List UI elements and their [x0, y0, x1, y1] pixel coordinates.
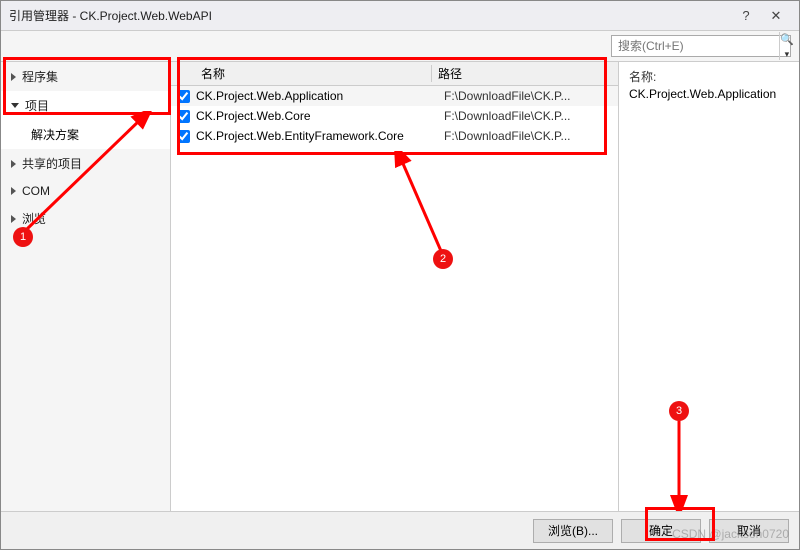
chevron-down-icon [11, 103, 19, 108]
sidebar-item-com[interactable]: COM [1, 178, 170, 204]
row-path: F:\DownloadFile\CK.P... [444, 129, 612, 143]
detail-pane: 名称: CK.Project.Web.Application [619, 62, 799, 511]
table-row[interactable]: CK.Project.Web.Application F:\DownloadFi… [171, 86, 618, 106]
chevron-right-icon [11, 160, 16, 168]
sidebar-item-shared[interactable]: 共享的项目 [1, 149, 170, 178]
sidebar-label: 浏览 [22, 210, 46, 227]
sidebar-label: 共享的项目 [22, 155, 82, 172]
sidebar-item-browse[interactable]: 浏览 [1, 204, 170, 233]
detail-name-label: 名称: [629, 68, 789, 85]
table-row[interactable]: CK.Project.Web.EntityFramework.Core F:\D… [171, 126, 618, 146]
window-title: 引用管理器 - CK.Project.Web.WebAPI [9, 7, 731, 24]
browse-button[interactable]: 浏览(B)... [533, 519, 613, 543]
detail-name-value: CK.Project.Web.Application [629, 87, 789, 101]
search-box[interactable]: 🔍▾ [611, 35, 791, 57]
row-checkbox[interactable] [177, 90, 190, 103]
chevron-right-icon [11, 73, 16, 81]
table-row[interactable]: CK.Project.Web.Core F:\DownloadFile\CK.P… [171, 106, 618, 126]
chevron-right-icon [11, 187, 16, 195]
chevron-right-icon [11, 215, 16, 223]
content: 程序集 项目 解决方案 共享的项目 COM 浏览 名称 路径 CK.Projec… [1, 61, 799, 511]
sidebar-subitem-solution[interactable]: 解决方案 [1, 120, 170, 149]
toolbar: 🔍▾ [1, 31, 799, 61]
sidebar: 程序集 项目 解决方案 共享的项目 COM 浏览 [1, 62, 171, 511]
ok-button[interactable]: 确定 [621, 519, 701, 543]
header-path[interactable]: 路径 [431, 65, 618, 82]
row-path: F:\DownloadFile\CK.P... [444, 89, 612, 103]
sidebar-label: 解决方案 [31, 128, 79, 142]
footer: 浏览(B)... 确定 取消 [1, 511, 799, 549]
main: 名称 路径 CK.Project.Web.Application F:\Down… [171, 62, 799, 511]
list-header: 名称 路径 [171, 62, 618, 86]
row-path: F:\DownloadFile\CK.P... [444, 109, 612, 123]
sidebar-item-assemblies[interactable]: 程序集 [1, 62, 170, 91]
search-icon[interactable]: 🔍▾ [779, 32, 794, 60]
cancel-button[interactable]: 取消 [709, 519, 789, 543]
row-name: CK.Project.Web.Application [196, 89, 444, 103]
sidebar-label: 项目 [25, 97, 49, 114]
sidebar-label: COM [22, 184, 50, 198]
search-input[interactable] [612, 39, 779, 53]
row-name: CK.Project.Web.EntityFramework.Core [196, 129, 444, 143]
close-icon[interactable]: ✕ [761, 8, 791, 24]
row-name: CK.Project.Web.Core [196, 109, 444, 123]
sidebar-item-projects[interactable]: 项目 [1, 91, 170, 120]
row-checkbox[interactable] [177, 110, 190, 123]
title-bar: 引用管理器 - CK.Project.Web.WebAPI ? ✕ [1, 1, 799, 31]
sidebar-label: 程序集 [22, 68, 58, 85]
help-icon[interactable]: ? [731, 8, 761, 23]
list-pane: 名称 路径 CK.Project.Web.Application F:\Down… [171, 62, 619, 511]
header-name[interactable]: 名称 [171, 65, 431, 82]
row-checkbox[interactable] [177, 130, 190, 143]
